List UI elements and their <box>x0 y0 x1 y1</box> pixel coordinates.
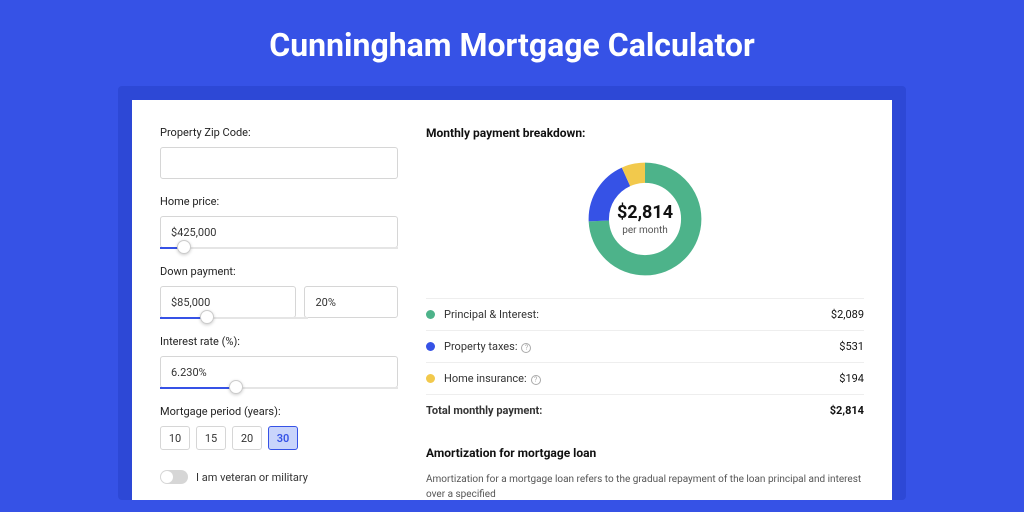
legend-dot <box>426 310 435 319</box>
donut-sub: per month <box>617 225 673 236</box>
down-slider[interactable] <box>160 317 308 319</box>
total-value: $2,814 <box>830 404 864 417</box>
veteran-toggle[interactable] <box>160 470 188 484</box>
period-option-15[interactable]: 15 <box>196 426 226 450</box>
rate-slider[interactable] <box>160 387 398 389</box>
price-group: Home price: <box>160 195 398 249</box>
payment-donut: $2,814 per month <box>584 158 706 280</box>
amortization-body: Amortization for a mortgage loan refers … <box>426 472 864 502</box>
rate-label: Interest rate (%): <box>160 335 398 348</box>
period-label: Mortgage period (years): <box>160 405 398 418</box>
form-column: Property Zip Code: Home price: Down paym… <box>160 126 398 500</box>
panel-frame: Property Zip Code: Home price: Down paym… <box>118 86 906 500</box>
slider-thumb[interactable] <box>229 380 243 394</box>
donut-value: $2,814 <box>617 202 673 223</box>
period-options: 10152030 <box>160 426 398 450</box>
amortization-section: Amortization for mortgage loan Amortizat… <box>426 446 864 502</box>
breakdown-value: $531 <box>839 340 864 353</box>
info-icon[interactable]: ? <box>531 375 541 385</box>
veteran-label: I am veteran or military <box>196 471 308 484</box>
breakdown-title: Monthly payment breakdown: <box>426 126 864 140</box>
rate-group: Interest rate (%): <box>160 335 398 389</box>
period-group: Mortgage period (years): 10152030 <box>160 405 398 450</box>
breakdown-row: Principal & Interest:$2,089 <box>426 299 864 331</box>
total-label: Total monthly payment: <box>426 404 830 417</box>
down-label: Down payment: <box>160 265 398 278</box>
veteran-row: I am veteran or military <box>160 470 398 484</box>
zip-input[interactable] <box>160 147 398 179</box>
slider-thumb[interactable] <box>177 240 191 254</box>
breakdown-total-row: Total monthly payment:$2,814 <box>426 395 864 426</box>
breakdown-list: Principal & Interest:$2,089Property taxe… <box>426 298 864 426</box>
info-icon[interactable]: ? <box>521 343 531 353</box>
breakdown-row: Property taxes:?$531 <box>426 331 864 363</box>
rate-input[interactable] <box>160 356 398 388</box>
zip-group: Property Zip Code: <box>160 126 398 179</box>
legend-dot <box>426 342 435 351</box>
results-column: Monthly payment breakdown: $2,814 per mo… <box>426 126 864 500</box>
down-group: Down payment: <box>160 265 398 319</box>
price-input[interactable] <box>160 216 398 248</box>
breakdown-label: Property taxes:? <box>444 340 839 353</box>
price-slider[interactable] <box>160 247 398 249</box>
period-option-20[interactable]: 20 <box>232 426 262 450</box>
breakdown-label: Home insurance:? <box>444 372 839 385</box>
down-pct-input[interactable] <box>304 286 398 318</box>
breakdown-value: $2,089 <box>831 308 864 321</box>
zip-label: Property Zip Code: <box>160 126 398 139</box>
breakdown-value: $194 <box>839 372 864 385</box>
price-label: Home price: <box>160 195 398 208</box>
breakdown-row: Home insurance:?$194 <box>426 363 864 395</box>
page-title: Cunningham Mortgage Calculator <box>269 26 754 64</box>
calculator-panel: Property Zip Code: Home price: Down paym… <box>132 100 892 500</box>
down-amount-input[interactable] <box>160 286 296 318</box>
amortization-title: Amortization for mortgage loan <box>426 446 864 460</box>
period-option-10[interactable]: 10 <box>160 426 190 450</box>
breakdown-label: Principal & Interest: <box>444 308 831 321</box>
slider-thumb[interactable] <box>200 310 214 324</box>
legend-dot <box>426 374 435 383</box>
period-option-30[interactable]: 30 <box>268 426 298 450</box>
